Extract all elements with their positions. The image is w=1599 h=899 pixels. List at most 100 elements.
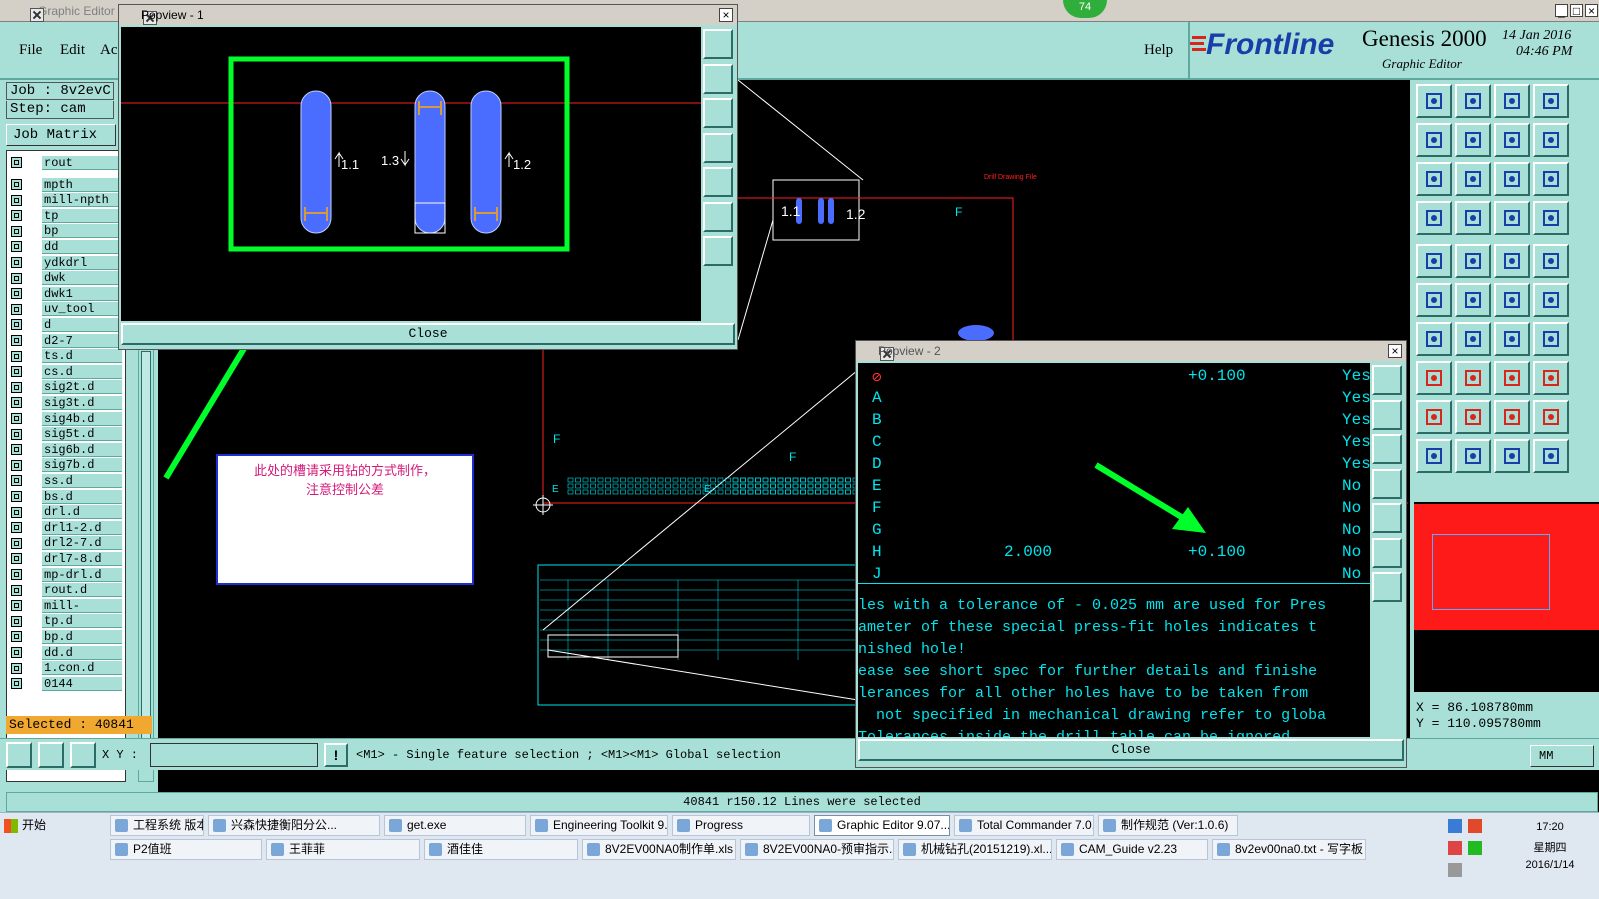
undo-icon[interactable] (1494, 322, 1530, 356)
overview-map[interactable] (1414, 502, 1599, 692)
cross-icon[interactable] (1455, 283, 1491, 317)
popview-2-tool-6-icon[interactable] (1372, 537, 1402, 568)
route-icon[interactable] (1416, 201, 1452, 235)
layer-row[interactable]: drl.d (11, 505, 122, 520)
popview-2-canvas[interactable]: ⊘ +0.100 Yes A Yes B Yes C Yes D Yes E No F No G No H 2.00… (858, 363, 1370, 737)
tri4-icon[interactable] (1533, 400, 1569, 434)
menu-file[interactable]: File (19, 42, 42, 59)
layer-row[interactable]: rout.d (11, 583, 122, 598)
taskbar-button[interactable]: CAM_Guide v2.23 (1056, 839, 1208, 860)
taskbar-button[interactable]: 工程系统 版本: 1.... (110, 815, 204, 836)
grid-tool-icon[interactable] (70, 742, 96, 768)
scale-icon[interactable] (1494, 162, 1530, 196)
taskbar-button[interactable]: 制作规范 (Ver:1.0.6) (1098, 815, 1238, 836)
layer-checkbox[interactable] (11, 225, 22, 237)
layer-row[interactable]: rout (11, 155, 122, 170)
layer-row[interactable]: dd.d (11, 645, 122, 660)
tray-icon-4[interactable] (1468, 841, 1482, 855)
layer-row[interactable]: ts.d (11, 349, 122, 364)
popview-2-tool-4-icon[interactable] (1372, 468, 1402, 499)
popview-2-tool-1-icon[interactable] (1372, 365, 1402, 395)
select-icon[interactable] (1416, 361, 1452, 395)
layer-checkbox[interactable] (11, 491, 22, 502)
taskbar-button[interactable]: Total Commander 7.0... (954, 815, 1094, 836)
angle-icon[interactable] (1416, 322, 1452, 356)
tray-icon-3[interactable] (1448, 841, 1462, 855)
popview-1-close-icon[interactable]: × (719, 8, 733, 22)
layer-checkbox[interactable] (11, 584, 22, 596)
info-icon[interactable]: ! (324, 743, 348, 767)
popview-2-tool-7-icon[interactable] (1372, 572, 1402, 602)
taskbar-button[interactable]: 机械钻孔(20151219).xl... (898, 839, 1052, 860)
layer-row[interactable]: sig2t.d (11, 380, 122, 395)
connect-icon[interactable] (1494, 283, 1530, 317)
xy-input[interactable] (150, 743, 318, 767)
menu-edit[interactable]: Edit (60, 42, 85, 59)
maximize-icon[interactable]: □ (1570, 4, 1583, 17)
ruler-icon[interactable] (1494, 244, 1530, 278)
tray-scroll[interactable] (1405, 815, 1425, 895)
layer-row[interactable]: dd (11, 239, 122, 254)
taskbar-button[interactable]: 酒佳佳 (424, 839, 578, 860)
dot-icon[interactable] (1533, 244, 1569, 278)
layer-checkbox[interactable] (11, 522, 22, 534)
popview-1-tool-3-icon[interactable] (703, 98, 733, 128)
layer-checkbox[interactable] (11, 428, 22, 440)
layer-checkbox[interactable] (11, 335, 22, 346)
taskbar-button[interactable]: Progress (672, 815, 810, 836)
layer-row[interactable]: sig5t.d (11, 427, 122, 442)
layer-row[interactable]: drl1-2.d (11, 520, 122, 535)
popview-1-titlebar[interactable]: Popview - 1 × (119, 5, 737, 25)
layer-checkbox[interactable] (11, 444, 22, 456)
window-icon[interactable] (1533, 84, 1569, 118)
layer-checkbox[interactable] (11, 647, 22, 658)
layer-row[interactable]: mill-npth.d (11, 598, 122, 627)
layer-checkbox[interactable] (11, 631, 22, 643)
layer-row[interactable]: ydkdrl (11, 255, 122, 270)
layer-checkbox[interactable] (11, 194, 22, 206)
layer-row[interactable]: sig3t.d (11, 395, 122, 410)
popview-2-titlebar[interactable]: Popview - 2 × (856, 341, 1406, 361)
probe-icon[interactable] (1455, 201, 1491, 235)
layer-row[interactable]: bp (11, 224, 122, 239)
layer-row[interactable]: tp (11, 208, 122, 223)
layer-row[interactable]: mpth (11, 177, 122, 192)
popview-1-tool-5-icon[interactable] (703, 167, 733, 197)
link-icon[interactable] (1533, 283, 1569, 317)
fit-h-icon[interactable] (1494, 361, 1530, 395)
home-icon[interactable] (1494, 84, 1530, 118)
popview-2-close-button[interactable]: Close (858, 739, 1404, 761)
layer-checkbox[interactable] (11, 459, 22, 471)
popview-1-tool-4-icon[interactable] (703, 132, 733, 163)
popview-1-tool-6-icon[interactable] (703, 201, 733, 232)
tray-icon-1[interactable] (1448, 819, 1462, 833)
layer-row[interactable]: mill-npth (11, 193, 122, 208)
left-icon[interactable] (1416, 123, 1452, 157)
popview-2-tool-2-icon[interactable] (1372, 399, 1402, 430)
popview-2-close-icon[interactable]: × (1388, 344, 1402, 358)
layer-checkbox[interactable] (11, 678, 22, 690)
layer-checkbox[interactable] (11, 272, 22, 284)
layer-row[interactable]: tp.d (11, 614, 122, 629)
minus-icon[interactable] (1455, 361, 1491, 395)
move-up-icon[interactable] (1416, 84, 1452, 118)
parallelogram-icon[interactable] (1455, 244, 1491, 278)
popview-1-canvas[interactable]: 1.1 1.3 1.2 (121, 27, 701, 321)
layer-checkbox[interactable] (11, 350, 22, 362)
cursor2-icon[interactable] (1455, 439, 1491, 473)
menu-actions[interactable]: Ac (100, 42, 118, 59)
layer-row[interactable]: d (11, 317, 122, 332)
cursor1-icon[interactable] (1416, 439, 1452, 473)
popview-1-tool-7-icon[interactable] (703, 236, 733, 266)
taskbar-button[interactable]: 8V2EV00NA0制作单.xls ... (582, 839, 736, 860)
layer-checkbox[interactable] (11, 662, 22, 674)
cursor4-icon[interactable] (1533, 439, 1569, 473)
overview-viewport[interactable] (1432, 534, 1550, 610)
line-icon[interactable] (1455, 322, 1491, 356)
layer-checkbox[interactable] (11, 381, 22, 393)
popview-2-tool-3-icon[interactable] (1372, 434, 1402, 464)
move-down-icon[interactable] (1455, 84, 1491, 118)
layer-checkbox[interactable] (11, 475, 22, 487)
layers-mask-icon[interactable] (1533, 201, 1569, 235)
layer-row[interactable]: 0144 (11, 676, 122, 691)
